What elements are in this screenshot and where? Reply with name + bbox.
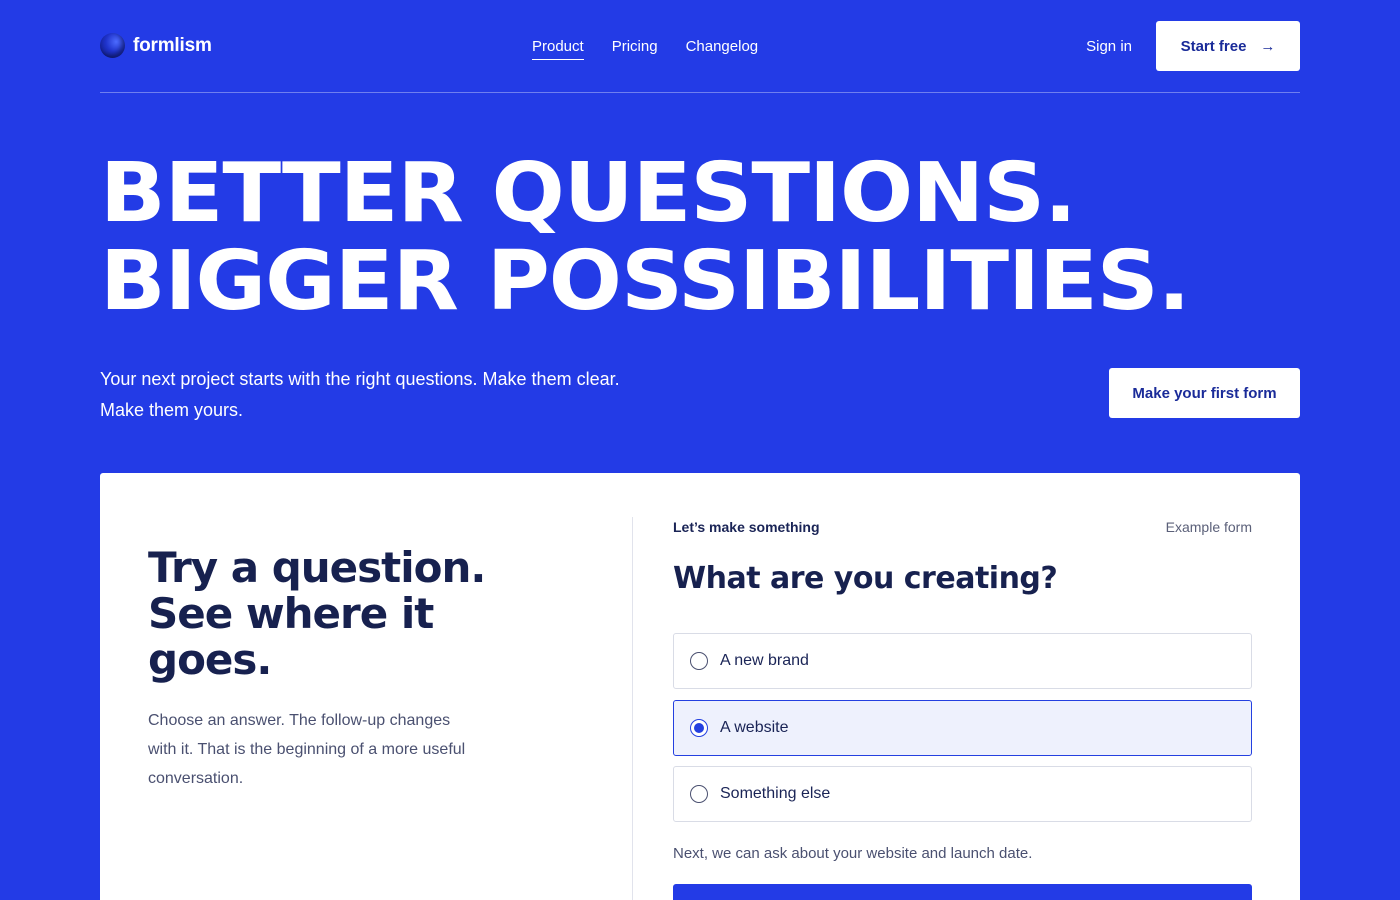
- radio-checked-icon: [690, 719, 708, 737]
- brand-logo[interactable]: formlism: [100, 33, 212, 58]
- card-title-line-3: goes.: [148, 635, 272, 684]
- vertical-divider: [632, 517, 633, 900]
- make-first-form-button[interactable]: Make your first form: [1109, 368, 1300, 418]
- hero-title-line-1: BETTER QUESTIONS.: [100, 146, 1077, 241]
- option-something-else[interactable]: Something else: [673, 766, 1252, 822]
- nav-link-pricing[interactable]: Pricing: [612, 38, 658, 60]
- next-button[interactable]: [673, 884, 1252, 900]
- card-title-line-1: Try a question.: [148, 543, 486, 592]
- nav-link-product[interactable]: Product: [532, 38, 584, 60]
- hero-subtitle-line-1: Your next project starts with the right …: [100, 369, 620, 389]
- option-label: A website: [720, 719, 789, 736]
- brand-name: formlism: [133, 34, 212, 56]
- form-hint: Next, we can ask about your website and …: [673, 845, 1033, 862]
- nav-link-changelog[interactable]: Changelog: [686, 38, 759, 60]
- logo-orb-icon: [100, 33, 125, 58]
- option-label: Something else: [720, 785, 831, 802]
- card-title-line-2: See where it: [148, 589, 434, 638]
- radio-unchecked-icon: [690, 785, 708, 803]
- form-question: What are you creating?: [673, 561, 1058, 596]
- card-description: Choose an answer. The follow-up changes …: [148, 712, 466, 787]
- arrow-right-icon: →: [1260, 37, 1276, 55]
- form-eyebrow: Let’s make something: [673, 519, 820, 535]
- example-card: Try a question. See where it goes. Choos…: [100, 473, 1300, 900]
- main-nav: Product Pricing Changelog: [532, 38, 758, 60]
- hero-subtitle: Your next project starts with the right …: [100, 364, 660, 426]
- radio-dot: [694, 723, 704, 733]
- hero-title-line-2: BIGGER POSSIBILITIES.: [100, 234, 1190, 329]
- start-free-label: Start free: [1180, 37, 1247, 55]
- form-tag: Example form: [1165, 519, 1252, 535]
- top-nav: formlism Product Pricing Changelog Sign …: [100, 0, 1300, 93]
- card-title: Try a question. See where it goes.: [148, 545, 508, 683]
- hero-title: BETTER QUESTIONS. BIGGER POSSIBILITIES.: [100, 146, 1190, 329]
- hero-subtitle-line-2: Make them yours.: [100, 400, 244, 420]
- sign-in-link[interactable]: Sign in: [1086, 38, 1132, 55]
- start-free-button[interactable]: Start free →: [1156, 21, 1300, 71]
- option-website[interactable]: A website: [673, 700, 1252, 756]
- option-new-brand[interactable]: A new brand: [673, 633, 1252, 689]
- radio-unchecked-icon: [690, 652, 708, 670]
- option-label: A new brand: [720, 652, 809, 669]
